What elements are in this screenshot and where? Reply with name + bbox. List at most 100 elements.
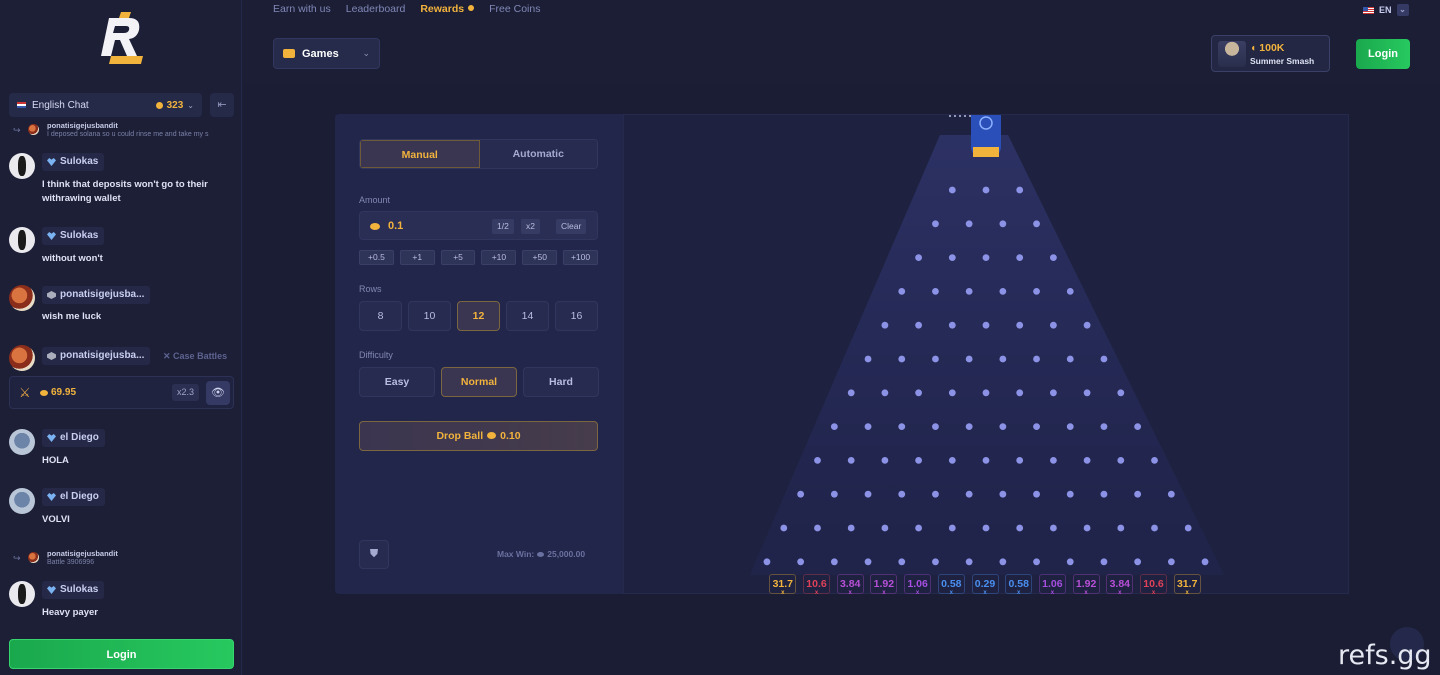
peg — [965, 288, 973, 295]
games-dropdown[interactable]: Games ⌄ — [273, 38, 380, 69]
username-chip[interactable]: el Diego — [42, 488, 105, 506]
peg — [881, 321, 889, 329]
double-button[interactable]: x2 — [521, 219, 540, 234]
case-battles-label: ✕ Case Battles — [163, 351, 228, 361]
reply-preview: ↪ ponatisigejusbandit Battle 3906996 — [9, 549, 234, 571]
tab-manual[interactable]: Manual — [360, 140, 480, 168]
rows-10-button[interactable]: 10 — [408, 301, 451, 331]
avatar[interactable] — [9, 488, 35, 514]
watermark: refs.gg — [1338, 640, 1432, 671]
plinko-board — [623, 114, 1349, 594]
peg — [1033, 220, 1040, 228]
peg — [932, 355, 939, 363]
peg — [898, 355, 906, 363]
login-button[interactable]: Login — [1356, 39, 1410, 69]
chat-message: Sulokas without won't — [9, 226, 234, 266]
nav-link-rewards[interactable]: Rewards — [420, 3, 475, 15]
username-chip[interactable]: Sulokas — [42, 581, 105, 599]
add-100-button[interactable]: +100 — [563, 250, 598, 265]
amount-field[interactable]: 0.1 1/2 x2 Clear — [359, 211, 598, 240]
peg — [830, 558, 838, 566]
peg — [898, 558, 906, 566]
amount-value[interactable]: 0.1 — [388, 220, 403, 232]
avatar[interactable] — [9, 581, 35, 607]
peg — [1117, 389, 1125, 397]
multiplier-bucket: 10.6 x — [803, 574, 830, 596]
add-1-button[interactable]: +1 — [399, 250, 435, 265]
peg — [898, 423, 906, 430]
difficulty-normal-button[interactable]: Normal — [441, 367, 517, 397]
peg — [1016, 524, 1024, 532]
avatar[interactable] — [9, 285, 35, 311]
peg — [1033, 558, 1040, 566]
light-beam — [750, 135, 1224, 575]
message-text: VOLVI — [42, 514, 70, 525]
reply-username: ponatisigejusbandit — [47, 121, 118, 130]
clear-button[interactable]: Clear — [556, 219, 587, 234]
swords-icon: ⚔ — [19, 385, 31, 400]
username-chip[interactable]: ponatisigejusba... — [42, 347, 151, 365]
add-5-button[interactable]: +5 — [440, 250, 476, 265]
multiplier-bucket: 10.6 x — [1140, 574, 1167, 596]
peg — [1117, 524, 1125, 532]
multiplier-bucket: 3.84 x — [1106, 574, 1134, 596]
promo-image — [1218, 41, 1246, 67]
coin-icon — [537, 552, 545, 557]
nav-link-leaderboard[interactable]: Leaderboard — [346, 3, 406, 15]
rows-14-button[interactable]: 14 — [506, 301, 549, 331]
mode-tabs: Manual Automatic — [359, 139, 598, 169]
peg — [915, 524, 922, 532]
drop-ball-button[interactable]: Drop Ball 0.10 — [359, 421, 598, 451]
add-50-button[interactable]: +50 — [522, 250, 558, 265]
reply-preview: ↪ ponatisigejusbandit I deposed solana s… — [9, 121, 234, 143]
peg — [830, 423, 838, 430]
peg — [1066, 423, 1074, 430]
online-dot-icon — [155, 101, 163, 109]
add-10-button[interactable]: +10 — [481, 250, 517, 265]
peg — [932, 490, 939, 498]
peg — [1050, 389, 1057, 397]
username-chip[interactable]: ponatisigejusba... — [42, 286, 151, 304]
username-chip[interactable]: Sulokas — [42, 227, 105, 245]
difficulty-selector: Easy Normal Hard — [359, 367, 599, 397]
avatar[interactable] — [9, 345, 35, 371]
tab-automatic[interactable]: Automatic — [479, 140, 597, 168]
case-battle-card[interactable]: ⚔ 69.95 x2.3 👁 — [9, 376, 234, 409]
username-chip[interactable]: Sulokas — [42, 153, 105, 171]
peg — [1100, 558, 1108, 566]
peg — [982, 457, 990, 464]
peg — [1066, 355, 1074, 363]
rows-8-button[interactable]: 8 — [359, 301, 402, 331]
half-button[interactable]: 1/2 — [492, 219, 514, 234]
peg — [1016, 457, 1024, 464]
peg — [797, 490, 805, 498]
peg — [948, 389, 956, 397]
rows-16-button[interactable]: 16 — [555, 301, 598, 331]
avatar[interactable] — [9, 227, 35, 253]
sidebar-login-button[interactable]: Login — [9, 639, 234, 669]
peg — [898, 288, 906, 295]
peg — [1151, 524, 1158, 532]
nav-link-earn[interactable]: Earn with us — [273, 3, 331, 15]
add-0.5-button[interactable]: +0.5 — [359, 250, 394, 265]
nav-link-free-coins[interactable]: Free Coins — [489, 3, 540, 15]
plinko-pegs — [750, 115, 1224, 575]
difficulty-easy-button[interactable]: Easy — [359, 367, 435, 397]
language-selector[interactable]: EN ⌄ — [1363, 4, 1409, 16]
chat-room-selector[interactable]: English Chat 323 ⌄ — [9, 93, 202, 117]
promo-banner[interactable]: ◖ 100K Summer Smash — [1211, 35, 1330, 72]
provably-fair-button[interactable]: ⛊ — [359, 540, 389, 569]
battle-value: 69.95 — [51, 387, 77, 398]
avatar[interactable] — [9, 429, 35, 455]
peg — [1151, 457, 1158, 464]
collapse-chat-button[interactable]: ⇤ — [210, 93, 234, 117]
quick-add-buttons: +0.5 +1 +5 +10 +50 +100 — [359, 250, 598, 265]
peg — [915, 321, 922, 329]
rows-12-button[interactable]: 12 — [457, 301, 500, 331]
site-logo[interactable] — [95, 12, 147, 68]
difficulty-hard-button[interactable]: Hard — [523, 367, 599, 397]
multiplier-bucket: 0.29 x — [971, 574, 999, 596]
view-battle-button[interactable]: 👁 — [206, 381, 230, 405]
avatar[interactable] — [9, 153, 35, 179]
username-chip[interactable]: el Diego — [42, 429, 105, 447]
